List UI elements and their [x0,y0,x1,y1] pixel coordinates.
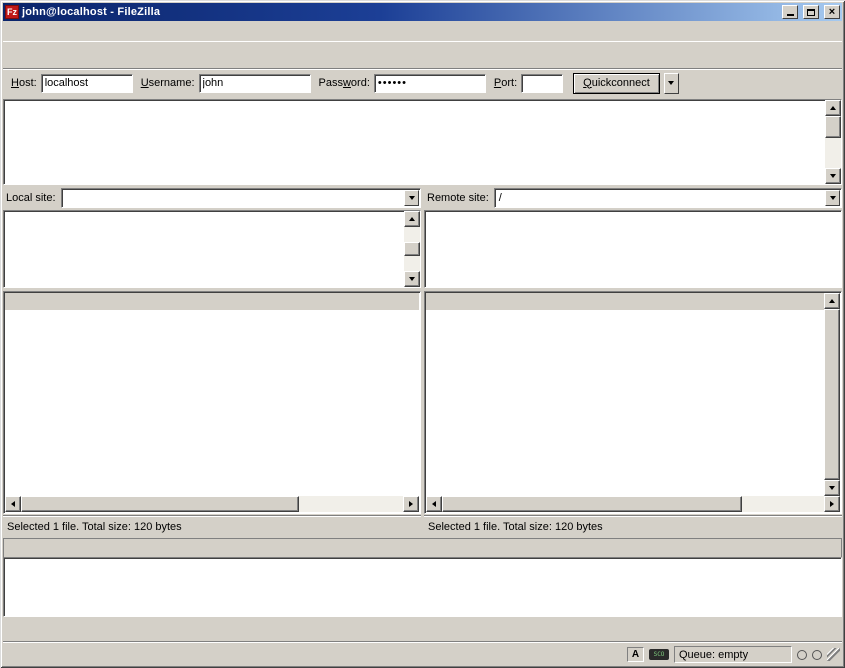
data-type-indicator-icon[interactable]: A [627,647,644,662]
port-input[interactable] [521,74,563,93]
remote-list-hscrollbar[interactable] [426,496,840,512]
quickconnect-button[interactable]: Quickconnect [573,73,660,94]
activity-led-green [797,650,807,660]
scroll-left-button[interactable] [426,496,442,512]
chevron-down-icon [830,196,836,200]
scroll-up-button[interactable] [404,211,420,227]
remote-list-vscrollbar[interactable] [824,293,840,496]
host-label: Host: [11,77,37,89]
maximize-icon [807,9,815,16]
resize-grip[interactable] [827,648,840,661]
remote-site-label: Remote site: [424,192,494,204]
quickconnect-bar: Host: Username: Password: Port: Quickcon… [3,68,842,97]
scroll-thumb[interactable] [21,496,299,512]
local-directory-tree [3,210,421,288]
minimize-icon [787,8,794,16]
scroll-right-button[interactable] [824,496,840,512]
local-status-text: Selected 1 file. Total size: 120 bytes [3,515,421,535]
local-tree-scrollbar[interactable] [404,211,420,287]
maximize-button[interactable] [803,5,819,19]
window-title: john@localhost - FileZilla [22,6,777,18]
local-site-dropdown-button[interactable] [404,190,419,206]
filezilla-window: Fz john@localhost - FileZilla × Host: Us… [0,0,845,668]
password-label: Password: [319,77,370,89]
remote-site-dropdown-button[interactable] [825,190,840,206]
scroll-left-button[interactable] [5,496,21,512]
remote-site-path: / [496,192,825,204]
local-site-label: Local site: [3,192,61,204]
scroll-up-button[interactable] [824,293,840,309]
local-list-hscrollbar[interactable] [5,496,419,512]
menu-bar [3,21,842,41]
username-label: Username: [141,77,195,89]
toolbar [3,41,842,68]
scroll-down-button[interactable] [824,480,840,496]
remote-status-text: Selected 1 file. Total size: 120 bytes [424,515,842,535]
scroll-thumb[interactable] [825,116,841,138]
username-input[interactable] [199,74,311,93]
scroll-thumb[interactable] [442,496,742,512]
titlebar: Fz john@localhost - FileZilla × [3,3,842,21]
speed-limit-icon[interactable]: SCO [649,649,669,660]
scroll-thumb[interactable] [404,242,420,256]
log-scrollbar[interactable] [825,100,841,184]
chevron-down-icon [409,196,415,200]
password-input[interactable] [374,74,486,93]
queue-body [3,557,842,617]
remote-directory-tree [424,210,842,288]
scroll-down-button[interactable] [825,168,841,184]
remote-file-list [424,291,842,514]
chevron-down-icon [668,81,674,85]
local-site-combobox[interactable] [61,188,421,208]
scroll-right-button[interactable] [403,496,419,512]
activity-led-red [812,650,822,660]
scroll-thumb[interactable] [824,309,840,480]
remote-pane: Remote site: / [424,187,842,535]
message-log [3,99,842,185]
transfer-queue [3,538,842,639]
status-bar: A SCO Queue: empty [3,641,842,665]
local-pane: Local site: [3,187,421,535]
scroll-down-button[interactable] [404,271,420,287]
remote-site-combobox[interactable]: / [494,188,842,208]
close-button[interactable]: × [824,5,840,19]
host-input[interactable] [41,74,133,93]
close-icon: × [829,7,835,18]
queue-status-panel: Queue: empty [674,646,792,663]
quickconnect-dropdown-button[interactable] [664,73,679,94]
minimize-button[interactable] [782,5,798,19]
scroll-up-button[interactable] [825,100,841,116]
port-label: Port: [494,77,517,89]
local-file-list [3,291,421,514]
app-icon: Fz [5,5,19,19]
